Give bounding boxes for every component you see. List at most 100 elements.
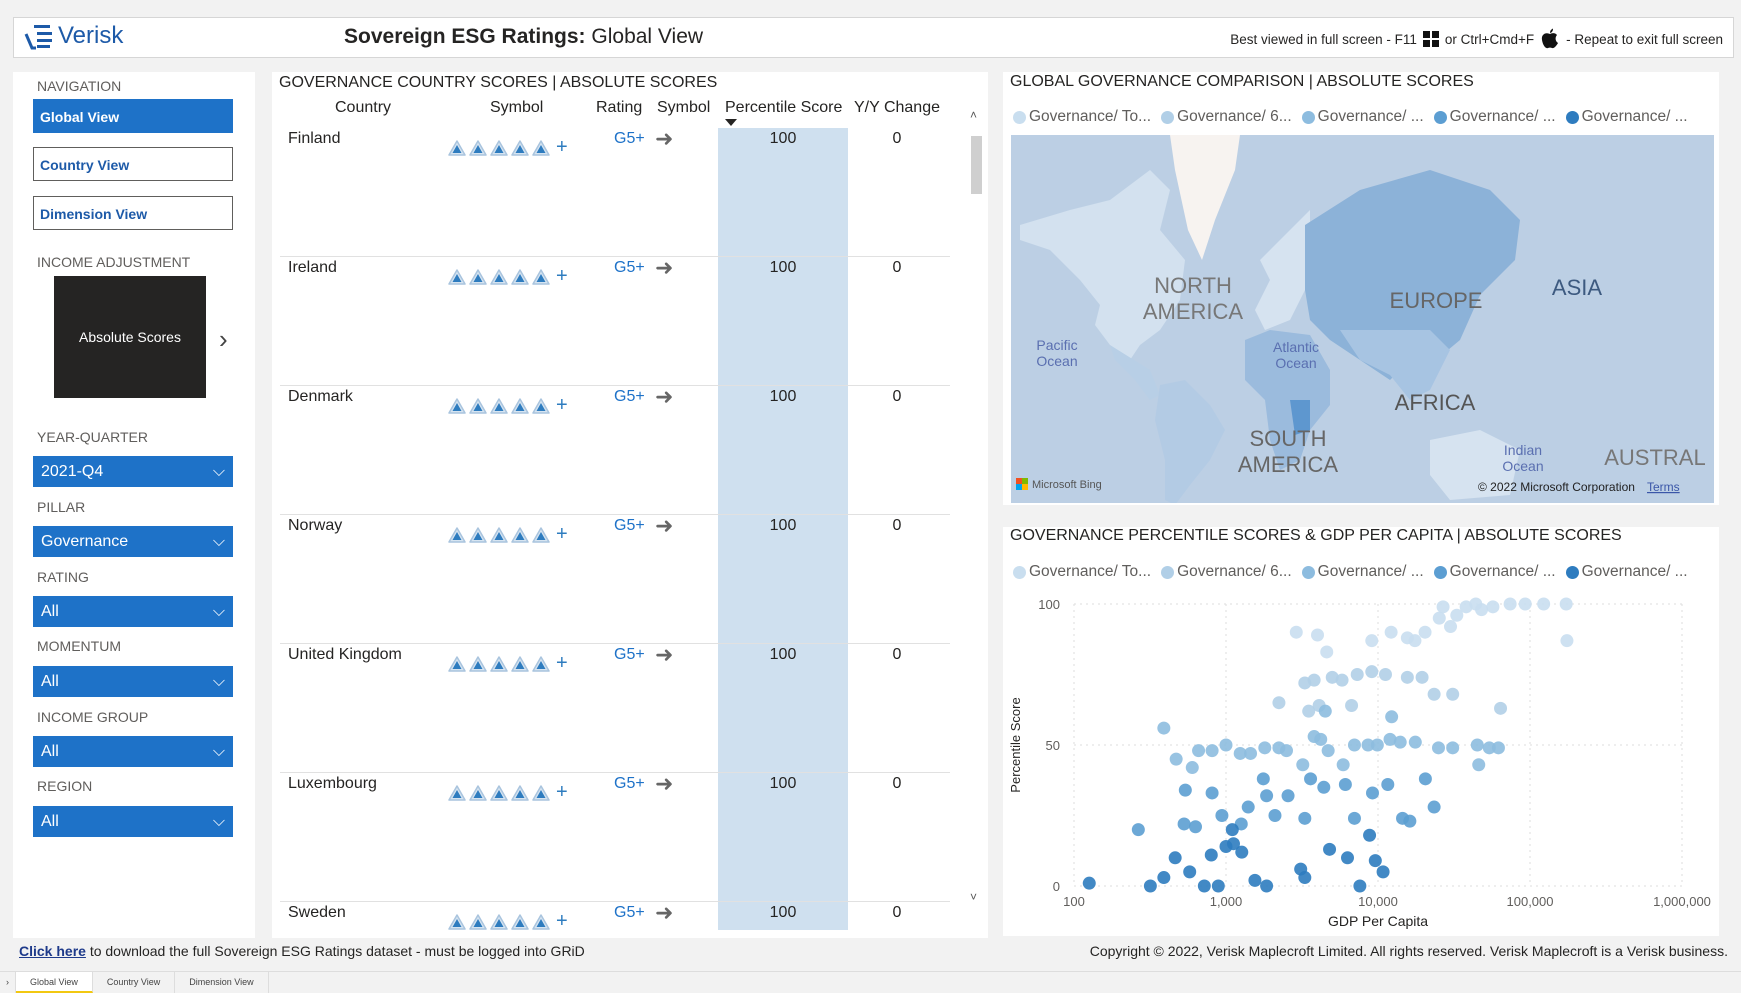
scatter-point[interactable] — [1192, 744, 1206, 758]
scatter-point[interactable] — [1378, 668, 1392, 681]
scatter-point[interactable] — [1320, 645, 1334, 659]
scatter-point[interactable] — [1248, 873, 1262, 887]
scatter-point[interactable] — [1323, 842, 1337, 856]
scatter-point[interactable] — [1317, 780, 1331, 794]
scatter-point[interactable] — [1446, 687, 1460, 701]
scatter-point[interactable] — [1418, 772, 1432, 786]
table-row[interactable]: Denmark + G5+ ➜ 100 0 — [280, 384, 950, 515]
scatter-point[interactable] — [1336, 758, 1350, 772]
scatter-point[interactable] — [1403, 814, 1417, 828]
year-quarter-dropdown[interactable]: 2021-Q4 ⌵ — [33, 456, 233, 487]
scatter-point[interactable] — [1256, 772, 1270, 786]
legend-item[interactable]: Governance/ 6... — [1161, 108, 1292, 126]
scatter-point[interactable] — [1436, 600, 1450, 614]
scatter-point[interactable] — [1241, 800, 1255, 814]
table-scrollbar[interactable]: ˄ ˅ — [968, 108, 982, 908]
scatter-point[interactable] — [1211, 879, 1225, 893]
table-row[interactable]: United Kingdom + G5+ ➜ 100 0 — [280, 642, 950, 773]
scatter-point[interactable] — [1400, 631, 1414, 645]
scatter-point[interactable] — [1235, 845, 1249, 859]
region-dropdown[interactable]: All ⌵ — [33, 806, 233, 837]
scatter-point[interactable] — [1503, 597, 1517, 611]
scatter-point[interactable] — [1518, 597, 1532, 611]
pillar-dropdown[interactable]: Governance ⌵ — [33, 526, 233, 557]
scatter-point[interactable] — [1205, 786, 1219, 800]
scroll-down-icon[interactable]: ˅ — [970, 890, 977, 904]
scatter-point[interactable] — [1365, 665, 1379, 679]
scatter-point[interactable] — [1370, 738, 1384, 752]
scatter-point[interactable] — [1281, 789, 1295, 803]
scatter-point[interactable] — [1298, 871, 1312, 885]
map-terms-link[interactable]: Terms — [1647, 480, 1680, 494]
scatter-point[interactable] — [1385, 710, 1399, 724]
legend-item[interactable]: Governance/ ... — [1565, 108, 1688, 126]
tab-country-view[interactable]: Country View — [93, 972, 176, 993]
scatter-point[interactable] — [1470, 738, 1484, 752]
scatter-point[interactable] — [1345, 699, 1359, 713]
scatter-point[interactable] — [1400, 670, 1414, 684]
scatter-point[interactable] — [1559, 597, 1573, 611]
scatter-point[interactable] — [1272, 696, 1286, 710]
scatter-point[interactable] — [1427, 687, 1441, 701]
scatter-point[interactable] — [1296, 758, 1310, 772]
nav-dimension-view-button[interactable]: Dimension View — [33, 196, 233, 230]
scatter-point[interactable] — [1444, 620, 1458, 634]
click-here-link[interactable]: Click here — [19, 943, 86, 959]
scatter-point[interactable] — [1131, 823, 1145, 837]
scatter-point[interactable] — [1244, 746, 1258, 760]
scatter-point[interactable] — [1178, 783, 1192, 797]
col-header-percentile-score[interactable]: Percentile Score — [725, 99, 842, 117]
scatter-point[interactable] — [1157, 871, 1171, 885]
legend-item[interactable]: Governance/ To... — [1013, 108, 1151, 126]
legend-item[interactable]: Governance/ 6... — [1161, 563, 1292, 581]
scatter-point[interactable] — [1082, 876, 1096, 890]
scatter-point[interactable] — [1318, 704, 1332, 718]
col-header-yy-change[interactable]: Y/Y Change — [854, 99, 940, 117]
scatter-point[interactable] — [1340, 851, 1354, 865]
scatter-point[interactable] — [1321, 744, 1335, 758]
world-map[interactable]: NORTH AMERICA SOUTH AMERICA EUROPE ASIA AF… — [1011, 135, 1714, 503]
scatter-point[interactable] — [1258, 741, 1272, 755]
scatter-point[interactable] — [1418, 625, 1432, 639]
scatter-point[interactable] — [1225, 823, 1239, 837]
scatter-point[interactable] — [1268, 809, 1282, 822]
legend-item[interactable]: Governance/ ... — [1301, 563, 1424, 581]
tabs-scroll-left-icon[interactable]: › — [0, 972, 16, 993]
scatter-point[interactable] — [1279, 744, 1293, 758]
col-header-momentum-symbol[interactable]: Symbol — [657, 99, 710, 117]
momentum-dropdown[interactable]: All ⌵ — [33, 666, 233, 697]
scatter-point[interactable] — [1491, 741, 1505, 755]
scatter-point[interactable] — [1183, 865, 1197, 879]
table-row[interactable]: Ireland + G5+ ➜ 100 0 — [280, 255, 950, 386]
table-row[interactable]: Sweden + G5+ ➜ 100 0 — [280, 900, 950, 930]
scatter-point[interactable] — [1537, 597, 1551, 611]
col-header-country[interactable]: Country — [335, 99, 391, 117]
scatter-point[interactable] — [1347, 811, 1361, 825]
scroll-up-icon[interactable]: ˄ — [970, 108, 977, 122]
col-header-symbol[interactable]: Symbol — [490, 99, 543, 117]
income-group-dropdown[interactable]: All ⌵ — [33, 736, 233, 767]
tab-global-view[interactable]: Global View — [16, 972, 93, 993]
table-row[interactable]: Luxembourg + G5+ ➜ 100 0 — [280, 771, 950, 902]
legend-item[interactable]: Governance/ To... — [1013, 563, 1151, 581]
scatter-point[interactable] — [1314, 732, 1328, 746]
tab-dimension-view[interactable]: Dimension View — [175, 972, 269, 993]
nav-global-view-button[interactable]: Global View — [33, 99, 233, 133]
scatter-point[interactable] — [1307, 673, 1321, 687]
scatter-point[interactable] — [1169, 752, 1183, 766]
rating-dropdown[interactable]: All ⌵ — [33, 596, 233, 627]
scatter-point[interactable] — [1157, 721, 1171, 735]
scatter-point[interactable] — [1472, 758, 1486, 772]
scatter-point[interactable] — [1168, 851, 1182, 865]
scatter-point[interactable] — [1415, 670, 1429, 684]
scrollbar-thumb[interactable] — [971, 136, 982, 194]
scatter-point[interactable] — [1347, 738, 1361, 752]
legend-item[interactable]: Governance/ ... — [1301, 108, 1424, 126]
scatter-point[interactable] — [1260, 789, 1274, 803]
scatter-point[interactable] — [1365, 786, 1379, 800]
scatter-point[interactable] — [1177, 817, 1191, 831]
scatter-point[interactable] — [1143, 879, 1157, 893]
legend-item[interactable]: Governance/ ... — [1433, 108, 1556, 126]
table-row[interactable]: Norway + G5+ ➜ 100 0 — [280, 513, 950, 644]
scatter-point[interactable] — [1475, 603, 1489, 617]
